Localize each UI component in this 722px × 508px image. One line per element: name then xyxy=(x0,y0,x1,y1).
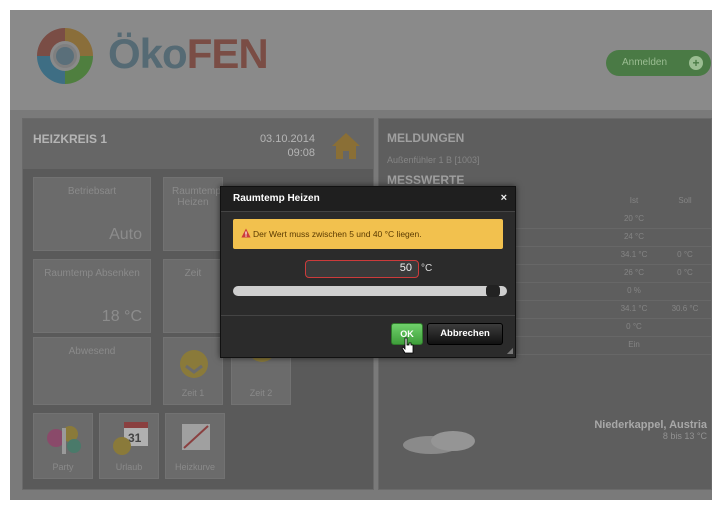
dialog-titlebar: Raumtemp Heizen × xyxy=(221,187,515,212)
heating-curve-icon xyxy=(182,424,210,450)
tile-zeit2-label: Zeit 2 xyxy=(249,388,273,398)
weather-info: Niederkappel, Austria 8 bis 13 °C xyxy=(589,419,707,441)
header: ÖkoFEN Anmelden + xyxy=(10,10,712,110)
messwerte-ist: 26 °C xyxy=(623,268,645,277)
messwerte-soll: 0 °C xyxy=(677,250,693,259)
col-soll-header: Soll xyxy=(678,196,692,205)
login-button[interactable]: Anmelden + xyxy=(606,50,711,76)
tile-heizkurve[interactable]: Heizkurve xyxy=(165,413,225,479)
meldungen-item: Außenfühler 1 B [1003] xyxy=(387,155,480,165)
messwerte-ist: 0 % xyxy=(627,286,641,295)
messwerte-ist: 20 °C xyxy=(623,214,645,223)
heizkreis-header: HEIZKREIS 1 03.10.2014 09:08 xyxy=(23,119,373,169)
tile-urlaub-label: Urlaub xyxy=(115,462,143,472)
resize-grip-icon[interactable]: ◢ xyxy=(507,346,513,355)
messwerte-ist: 34.1 °C xyxy=(620,250,648,259)
temperature-input[interactable]: 50 xyxy=(305,260,419,278)
heizkreis-time: 09:08 xyxy=(287,147,315,159)
tile-raumtemp-absenken-label: Raumtemp Absenken xyxy=(44,268,140,279)
heizkreis-title: HEIZKREIS 1 xyxy=(33,132,108,146)
messwerte-soll: 0 °C xyxy=(677,268,693,277)
tile-betriebsart-value: Auto xyxy=(109,226,142,243)
tile-betriebsart-label: Betriebsart xyxy=(67,186,117,197)
messwerte-ist: 24 °C xyxy=(623,232,645,241)
tile-raumtemp-absenken[interactable]: Raumtemp Absenken 18 °C xyxy=(33,259,151,333)
heizkreis-datetime: 03.10.2014 09:08 xyxy=(253,132,315,160)
weather-city: Niederkappel, Austria xyxy=(594,419,707,431)
validation-alert: Der Wert muss zwischen 5 und 40 °C liege… xyxy=(233,219,503,249)
plus-icon: + xyxy=(689,56,703,70)
dialog-title: Raumtemp Heizen xyxy=(233,193,320,204)
alert-text: Der Wert muss zwischen 5 und 40 °C liege… xyxy=(253,229,422,239)
clock-icon xyxy=(180,350,208,378)
messwerte-ist: 34.1 °C xyxy=(620,304,648,313)
tile-raumtemp-absenken-value: 18 °C xyxy=(101,308,142,325)
close-icon[interactable]: × xyxy=(501,192,507,204)
warning-icon xyxy=(241,228,251,238)
logo-wordmark: ÖkoFEN xyxy=(108,30,269,78)
heizkreis-date: 03.10.2014 xyxy=(259,133,315,145)
login-label: Anmelden xyxy=(622,57,668,68)
tile-raumtemp-label: Raumtemp Heizen xyxy=(172,186,221,208)
oekofen-logo[interactable]: ÖkoFEN xyxy=(30,24,269,90)
meldungen-title: MELDUNGEN xyxy=(387,131,465,145)
hand-cursor-icon xyxy=(401,337,414,354)
col-ist-header: Ist xyxy=(629,196,639,205)
temperature-slider[interactable] xyxy=(233,285,507,297)
messwerte-ist: Ein xyxy=(628,340,640,349)
cloud-icon xyxy=(403,431,475,454)
weather-range: 8 bis 13 °C xyxy=(662,431,707,441)
tile-party[interactable]: Party xyxy=(33,413,93,479)
tile-abwesend-label: Abwesend xyxy=(68,346,116,357)
tile-abwesend[interactable]: Abwesend xyxy=(33,337,151,405)
dialog-divider xyxy=(221,315,515,316)
temperature-unit: °C xyxy=(421,263,433,274)
cancel-button[interactable]: Abbrechen xyxy=(427,323,503,345)
home-icon[interactable] xyxy=(329,129,363,163)
tile-zeit-label: Zeit xyxy=(184,268,202,279)
messwerte-soll: 30.6 °C xyxy=(671,304,699,313)
slider-handle[interactable] xyxy=(486,285,500,297)
messwerte-ist: 0 °C xyxy=(626,322,642,331)
tile-party-label: Party xyxy=(52,462,74,472)
logo-oko: Öko xyxy=(108,30,188,77)
tile-heizkurve-label: Heizkurve xyxy=(174,462,215,472)
messwerte-title: MESSWERTE xyxy=(387,173,465,187)
tile-zeit[interactable]: Zeit xyxy=(163,259,223,333)
logo-globe-icon xyxy=(37,28,93,84)
tile-zeit1-label: Zeit 1 xyxy=(181,388,205,398)
calendar-icon: 31 xyxy=(113,422,148,455)
raumtemp-dialog: Raumtemp Heizen × Der Wert muss zwischen… xyxy=(220,186,516,358)
tile-zeit1[interactable]: Zeit 1 xyxy=(163,337,223,405)
tile-raumtemp-heizen[interactable]: Raumtemp Heizen xyxy=(163,177,223,251)
party-glasses-icon xyxy=(47,426,81,454)
tile-betriebsart[interactable]: Betriebsart Auto xyxy=(33,177,151,251)
logo-fen: FEN xyxy=(186,30,269,77)
tile-urlaub[interactable]: 31 Urlaub xyxy=(99,413,159,479)
